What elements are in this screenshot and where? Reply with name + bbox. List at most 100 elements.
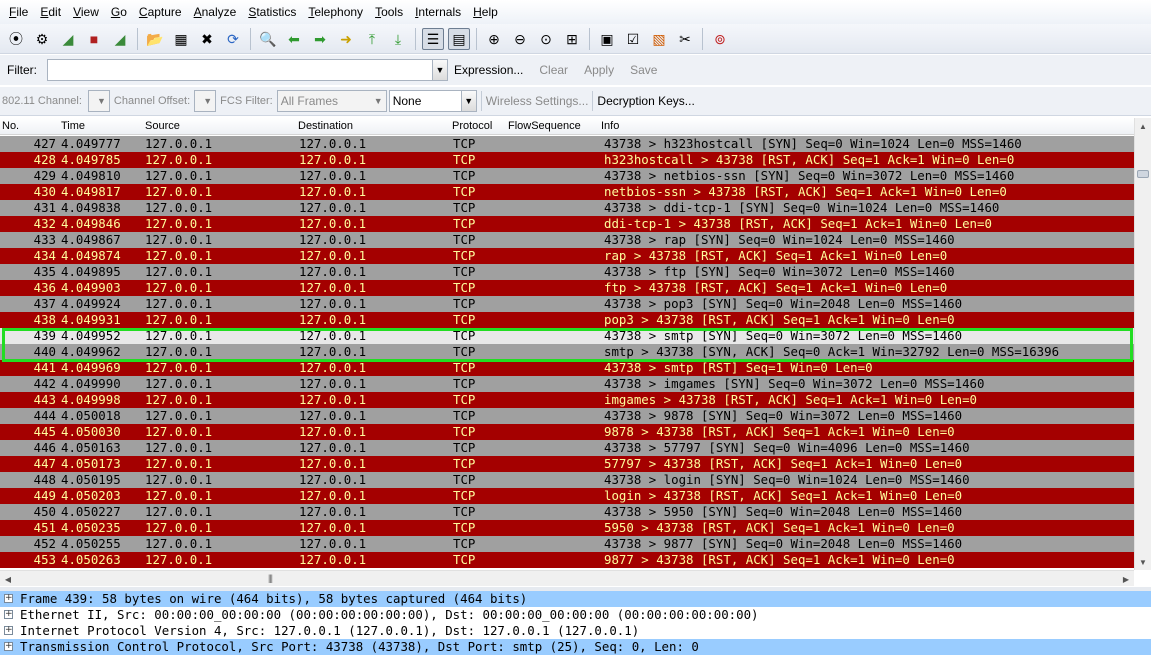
packet-row[interactable]: 444 4.050018 127.0.0.1 127.0.0.1 TCP 43738 > … [0, 408, 1134, 424]
packet-row[interactable]: 449 4.050203 127.0.0.1 127.0.0.1 TCP login > … [0, 488, 1134, 504]
scrollbar-grip-icon[interactable]: ||| [268, 573, 273, 583]
resize-columns-button[interactable]: ⊞ [561, 28, 583, 50]
menu-statistics[interactable]: Statistics [242, 0, 302, 24]
detail-tree-item[interactable]: + Internet Protocol Version 4, Src: 127.0… [0, 623, 1151, 639]
filter-input[interactable] [47, 59, 433, 81]
restart-capture-button[interactable]: ◢ [109, 28, 131, 50]
column-header-protocol[interactable]: Protocol [452, 120, 492, 132]
scrollbar-thumb[interactable] [1137, 170, 1149, 178]
zoom-out-button[interactable]: ⊖ [509, 28, 531, 50]
menu-view[interactable]: View [67, 0, 105, 24]
colorize-button[interactable]: ☰ [422, 27, 444, 50]
reload-button[interactable]: ⟳ [222, 28, 244, 50]
channel-select[interactable]: ▼ [87, 90, 110, 112]
options-button[interactable]: ⚙ [31, 28, 53, 50]
expand-icon[interactable]: + [4, 642, 13, 651]
packet-row[interactable]: 453 4.050263 127.0.0.1 127.0.0.1 TCP 9877 > 4… [0, 552, 1134, 568]
go-forward-button[interactable]: ➡ [309, 28, 331, 50]
packet-row[interactable]: 438 4.049931 127.0.0.1 127.0.0.1 TCP pop3 > 4… [0, 312, 1134, 328]
menu-analyze[interactable]: Analyze [188, 0, 243, 24]
decryption-mode-select[interactable]: None ▼ [388, 90, 477, 112]
wireless-settings-link[interactable]: Wireless Settings... [486, 94, 589, 108]
packet-row[interactable]: 432 4.049846 127.0.0.1 127.0.0.1 TCP ddi-tcp-… [0, 216, 1134, 232]
interfaces-button[interactable]: ⦿ [5, 28, 27, 50]
packet-row[interactable]: 427 4.049777 127.0.0.1 127.0.0.1 TCP 43738 > … [0, 136, 1134, 152]
scroll-up-icon[interactable]: ▲ [1135, 118, 1151, 134]
packet-row[interactable]: 431 4.049838 127.0.0.1 127.0.0.1 TCP 43738 > … [0, 200, 1134, 216]
packet-row[interactable]: 442 4.049990 127.0.0.1 127.0.0.1 TCP 43738 > … [0, 376, 1134, 392]
filter-dropdown-button[interactable]: ▼ [433, 59, 448, 81]
menu-internals[interactable]: Internals [409, 0, 467, 24]
packet-row[interactable]: 452 4.050255 127.0.0.1 127.0.0.1 TCP 43738 > … [0, 536, 1134, 552]
menu-telephony[interactable]: Telephony [302, 0, 369, 24]
start-capture-button[interactable]: ◢ [57, 28, 79, 50]
clear-link[interactable]: Clear [539, 63, 568, 77]
find-packet-button[interactable]: 🔍 [257, 28, 279, 50]
menu-go[interactable]: Go [105, 0, 133, 24]
expand-icon[interactable]: + [4, 610, 13, 619]
detail-tree-item[interactable]: + Frame 439: 58 bytes on wire (464 bits),… [0, 591, 1151, 607]
packet-row[interactable]: 450 4.050227 127.0.0.1 127.0.0.1 TCP 43738 > … [0, 504, 1134, 520]
auto-scroll-button[interactable]: ▤ [448, 27, 470, 50]
packet-row[interactable]: 451 4.050235 127.0.0.1 127.0.0.1 TCP 5950 > 4… [0, 520, 1134, 536]
go-back-button[interactable]: ⬅ [283, 28, 305, 50]
packet-number: 453 [33, 552, 56, 567]
packet-row[interactable]: 447 4.050173 127.0.0.1 127.0.0.1 TCP 57797 > … [0, 456, 1134, 472]
horizontal-scrollbar[interactable]: ◀ ||| ▶ [0, 570, 1134, 586]
packet-row[interactable]: 448 4.050195 127.0.0.1 127.0.0.1 TCP 43738 > … [0, 472, 1134, 488]
menu-file[interactable]: File [3, 0, 34, 24]
first-packet-button[interactable]: ⤒ [361, 28, 383, 50]
expand-icon[interactable]: + [4, 594, 13, 603]
preferences-button[interactable]: ✂ [674, 28, 696, 50]
coloring-rules-button[interactable]: ▧ [648, 28, 670, 50]
column-header-flowsequence[interactable]: FlowSequence [508, 120, 581, 132]
packet-row[interactable]: 443 4.049998 127.0.0.1 127.0.0.1 TCP imgames … [0, 392, 1134, 408]
menu-capture[interactable]: Capture [133, 0, 188, 24]
zoom-in-button[interactable]: ⊕ [483, 28, 505, 50]
expression-link[interactable]: Expression... [454, 63, 523, 77]
packet-row[interactable]: 434 4.049874 127.0.0.1 127.0.0.1 TCP rap > 43… [0, 248, 1134, 264]
packet-row[interactable]: 430 4.049817 127.0.0.1 127.0.0.1 TCP netbios-… [0, 184, 1134, 200]
apply-link[interactable]: Apply [584, 63, 614, 77]
packet-row[interactable]: 439 4.049952 127.0.0.1 127.0.0.1 TCP 43738 > … [0, 328, 1134, 344]
menu-help[interactable]: Help [467, 0, 504, 24]
open-file-button[interactable]: 📂 [144, 28, 166, 50]
scroll-left-icon[interactable]: ◀ [0, 571, 16, 587]
fcs-filter-select[interactable]: All Frames ▼ [276, 90, 387, 112]
scroll-right-icon[interactable]: ▶ [1118, 571, 1134, 587]
help-button[interactable]: ⊚ [709, 28, 731, 50]
packet-row[interactable]: 428 4.049785 127.0.0.1 127.0.0.1 TCP h323host… [0, 152, 1134, 168]
save-file-button[interactable]: ▦ [170, 28, 192, 50]
save-link[interactable]: Save [630, 63, 657, 77]
packet-row[interactable]: 436 4.049903 127.0.0.1 127.0.0.1 TCP ftp > 43… [0, 280, 1134, 296]
go-to-packet-button[interactable]: ➜ [335, 28, 357, 50]
column-header-info[interactable]: Info [601, 120, 619, 132]
packet-row[interactable]: 440 4.049962 127.0.0.1 127.0.0.1 TCP smtp > 4… [0, 344, 1134, 360]
stop-capture-button[interactable]: ■ [83, 28, 105, 50]
expand-icon[interactable]: + [4, 626, 13, 635]
close-file-button[interactable]: ✖ [196, 28, 218, 50]
column-header-source[interactable]: Source [145, 120, 180, 132]
detail-tree-item[interactable]: + Ethernet II, Src: 00:00:00_00:00:00 (00… [0, 607, 1151, 623]
packet-row[interactable]: 441 4.049969 127.0.0.1 127.0.0.1 TCP 43738 > … [0, 360, 1134, 376]
normal-size-button[interactable]: ⊙ [535, 28, 557, 50]
last-packet-button[interactable]: ⤓ [387, 28, 409, 50]
decryption-keys-button[interactable]: Decryption Keys... [597, 94, 694, 108]
scroll-down-icon[interactable]: ▼ [1135, 554, 1151, 570]
packet-row[interactable]: 437 4.049924 127.0.0.1 127.0.0.1 TCP 43738 > … [0, 296, 1134, 312]
display-filters-button[interactable]: ☑ [622, 28, 644, 50]
detail-tree-item[interactable]: + Transmission Control Protocol, Src Port… [0, 639, 1151, 655]
packet-row[interactable]: 445 4.050030 127.0.0.1 127.0.0.1 TCP 9878 > 4… [0, 424, 1134, 440]
packet-row[interactable]: 435 4.049895 127.0.0.1 127.0.0.1 TCP 43738 > … [0, 264, 1134, 280]
packet-row[interactable]: 429 4.049810 127.0.0.1 127.0.0.1 TCP 43738 > … [0, 168, 1134, 184]
channel-offset-select[interactable]: ▼ [194, 90, 217, 112]
packet-row[interactable]: 433 4.049867 127.0.0.1 127.0.0.1 TCP 43738 > … [0, 232, 1134, 248]
packet-row[interactable]: 446 4.050163 127.0.0.1 127.0.0.1 TCP 43738 > … [0, 440, 1134, 456]
menu-edit[interactable]: Edit [34, 0, 67, 24]
column-header-destination[interactable]: Destination [298, 120, 353, 132]
column-header-no[interactable]: No. [2, 120, 19, 132]
menu-tools[interactable]: Tools [369, 0, 409, 24]
column-header-time[interactable]: Time [61, 120, 85, 132]
vertical-scrollbar[interactable]: ▲ ▼ [1134, 118, 1151, 570]
capture-filters-button[interactable]: ▣ [596, 28, 618, 50]
